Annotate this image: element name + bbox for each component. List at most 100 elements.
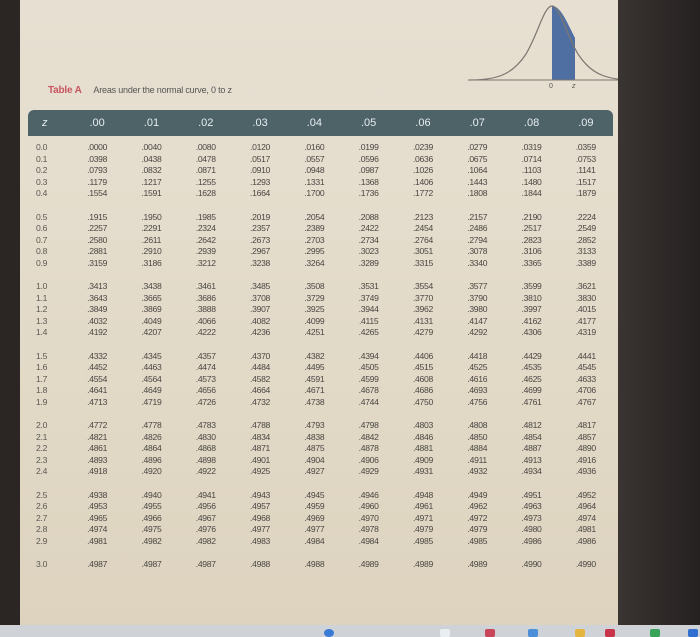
area-cell: .0279 — [467, 142, 488, 152]
area-cell: .3389 — [575, 257, 596, 268]
taskbar-app-icon[interactable] — [650, 629, 660, 637]
area-cell: .4984 — [304, 535, 325, 546]
area-cell: .1950 — [141, 211, 162, 222]
area-cell: .4495 — [304, 362, 325, 372]
table-row: 0.6 .2257 .2291 .2324 .2357 .2389 .2422 .2454 .2… — [28, 223, 613, 235]
area-cell: .0753 — [575, 153, 596, 164]
taskbar-app-icon[interactable] — [528, 629, 538, 637]
area-cell: .3438 — [141, 281, 162, 291]
area-cell: .4846 — [412, 431, 433, 442]
z-value: 2.0 — [36, 420, 48, 430]
area-cell: .3212 — [195, 257, 216, 268]
z-value: 2.1 — [36, 431, 48, 442]
area-cell: .4693 — [467, 385, 488, 395]
area-cell: .3577 — [467, 281, 488, 291]
z-value: 1.7 — [36, 373, 48, 384]
area-cell: .4357 — [195, 350, 216, 361]
area-cell: .1141 — [576, 165, 596, 175]
area-cell: .4719 — [141, 396, 162, 407]
area-cell: .4713 — [87, 396, 108, 407]
table-row: 0.1 .0398 .0438 .0478 .0517 .0557 .0596 .0636 .0… — [28, 154, 613, 166]
area-cell: .3051 — [412, 246, 433, 256]
z-value: 0.3 — [36, 176, 48, 187]
taskbar — [0, 625, 700, 637]
area-cell: .2881 — [87, 246, 108, 256]
table-row: 0.0 .0000 .0040 .0080 .0120 .0160 .0199 .0239 .0… — [28, 142, 613, 154]
area-cell: .4505 — [358, 362, 379, 372]
area-cell: .2794 — [467, 234, 488, 245]
area-cell: .4279 — [412, 327, 433, 337]
area-cell: .3708 — [250, 292, 271, 303]
area-cell: .0714 — [521, 153, 542, 164]
area-cell: .4251 — [304, 327, 325, 337]
area-cell: .4599 — [358, 373, 379, 384]
row-group: 2.5.4938.4940.4941.4943.4945.4946.4948.4… — [28, 490, 613, 548]
row-group: 0.0.0000.0040.0080.0120.0160.0199.0239.0… — [28, 142, 613, 200]
area-cell: .0517 — [250, 153, 271, 164]
area-cell: .4830 — [195, 431, 216, 442]
area-cell: .2422 — [358, 223, 379, 233]
table-row: 2.0 .4772 .4778 .4783 .4788 .4793 .4798 .4803 .4… — [28, 420, 613, 432]
area-cell: .4985 — [467, 535, 488, 546]
taskbar-app-icon[interactable] — [440, 629, 450, 637]
area-cell: .4871 — [250, 443, 271, 453]
taskbar-app-icon[interactable] — [324, 629, 334, 637]
area-cell: .0987 — [358, 165, 379, 175]
area-cell: .4049 — [141, 315, 162, 326]
area-cell: .4788 — [250, 420, 271, 430]
z-value: 1.3 — [36, 315, 48, 326]
area-cell: .4306 — [521, 327, 542, 337]
z-value: 1.6 — [36, 362, 48, 372]
table-row: 1.7 .4554 .4564 .4573 .4582 .4591 .4599 .4608 .4… — [28, 374, 613, 386]
area-cell: .4987 — [141, 559, 162, 569]
area-cell: .4980 — [521, 524, 542, 534]
taskbar-app-icon[interactable] — [688, 629, 698, 637]
area-cell: .4345 — [141, 350, 162, 361]
area-cell: .4929 — [358, 466, 379, 476]
area-cell: .4953 — [87, 501, 108, 511]
area-cell: .4979 — [467, 524, 488, 534]
area-cell: .4535 — [521, 362, 542, 372]
column-header: .01 — [143, 117, 160, 129]
area-cell: .4884 — [467, 443, 488, 453]
area-cell: .2291 — [141, 223, 162, 233]
area-cell: .1443 — [467, 176, 488, 187]
area-cell: .3980 — [467, 304, 488, 314]
taskbar-mail-icon[interactable] — [605, 629, 615, 637]
area-cell: .4591 — [304, 373, 325, 384]
area-cell: .4582 — [250, 373, 271, 384]
table-row: 2.3 .4893 .4896 .4898 .4901 .4904 .4906 .4909 .4… — [28, 455, 613, 467]
area-cell: .3159 — [87, 257, 108, 268]
area-cell: .4525 — [467, 362, 488, 372]
area-cell: .4898 — [195, 454, 216, 465]
area-cell: .3643 — [87, 292, 108, 303]
area-cell: .4744 — [358, 396, 379, 407]
area-cell: .4418 — [467, 350, 488, 361]
normal-table: z .00 .01 .02 .03 .04 .05 .06 .07 .08 .09 0.0 .0000… — [28, 110, 613, 583]
area-cell: .4911 — [467, 454, 488, 465]
table-label: Table A — [48, 85, 82, 96]
taskbar-app-icon[interactable] — [485, 629, 495, 637]
area-cell: .4222 — [195, 327, 216, 337]
area-cell: .3888 — [195, 304, 216, 314]
area-cell: .4850 — [467, 431, 488, 442]
taskbar-app-icon[interactable] — [575, 629, 585, 637]
area-cell: .4842 — [358, 431, 379, 442]
area-cell: .0596 — [358, 153, 379, 164]
area-cell: .3729 — [304, 292, 325, 303]
area-cell: .4394 — [358, 350, 379, 361]
area-cell: .4803 — [412, 420, 433, 430]
area-cell: .4474 — [195, 362, 216, 372]
z-value: 0.8 — [36, 246, 48, 256]
area-cell: .4115 — [358, 315, 379, 326]
area-cell: .2642 — [195, 234, 216, 245]
area-cell: .2549 — [575, 223, 596, 233]
area-cell: .1628 — [195, 188, 216, 198]
area-cell: .2823 — [521, 234, 542, 245]
area-cell: .1700 — [304, 188, 325, 198]
area-cell: .4726 — [195, 396, 216, 407]
area-cell: .4515 — [412, 362, 433, 372]
area-cell: .4990 — [521, 559, 542, 569]
area-cell: .4207 — [141, 327, 162, 337]
area-cell: .4887 — [521, 443, 542, 453]
